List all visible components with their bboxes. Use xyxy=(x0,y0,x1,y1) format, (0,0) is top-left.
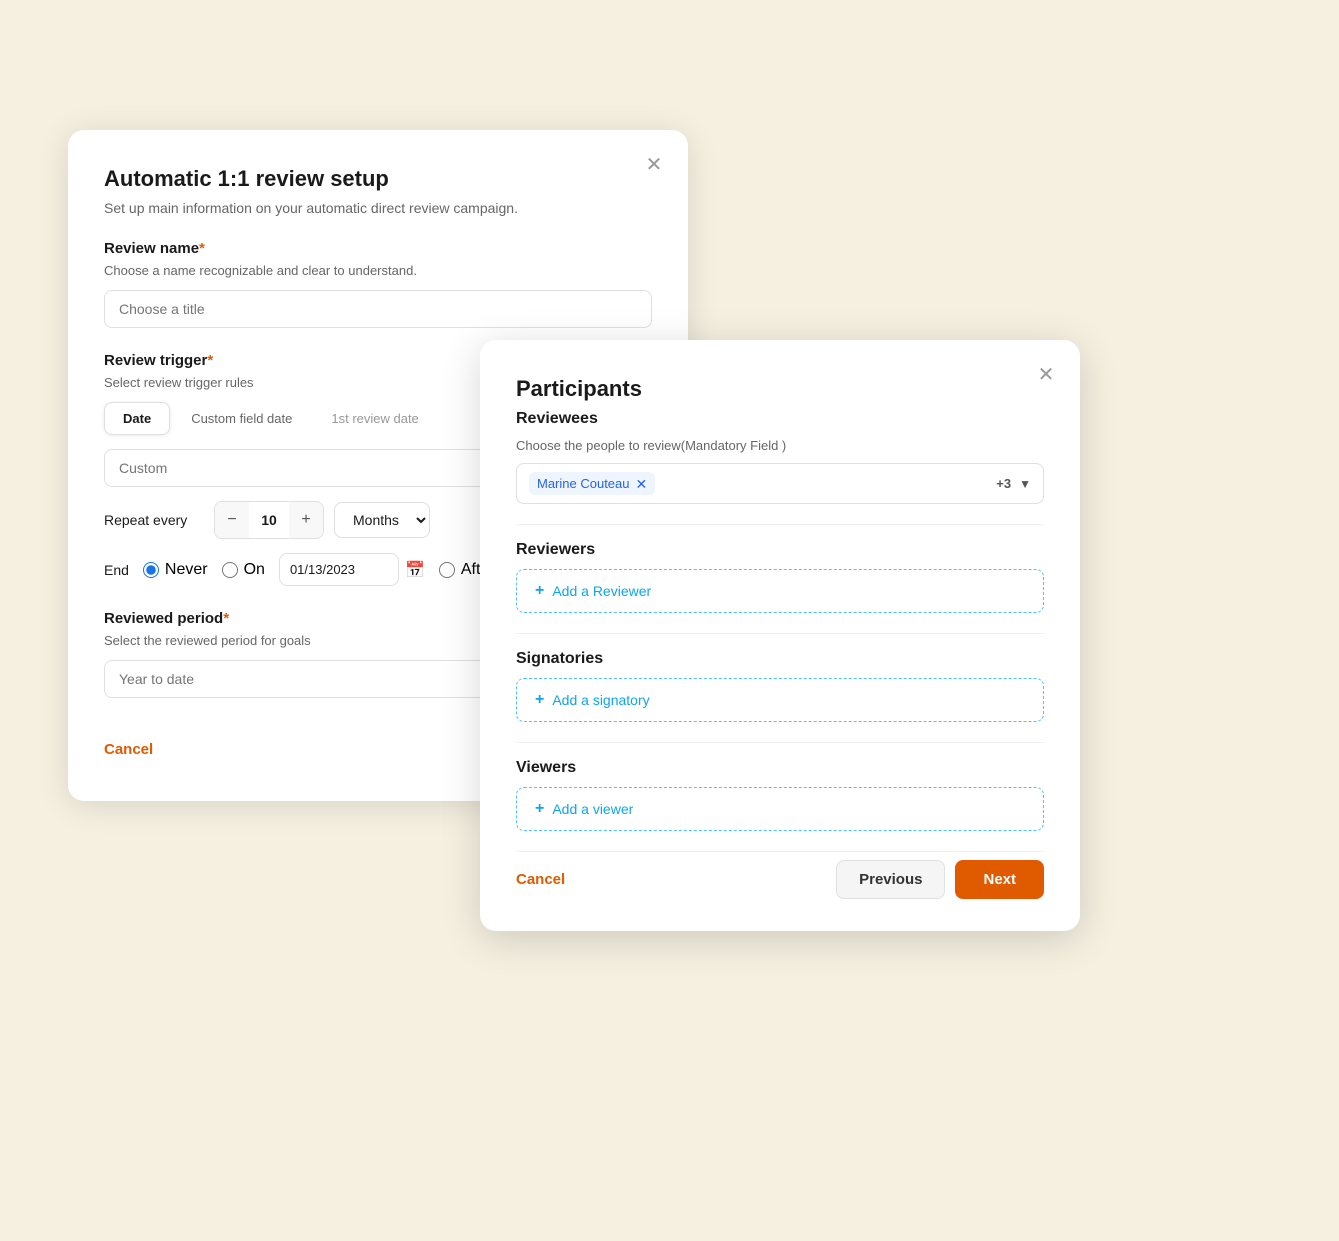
end-on-label: On xyxy=(244,561,265,579)
reviewees-section: Reviewees Choose the people to review(Ma… xyxy=(516,410,1044,504)
setup-cancel-button[interactable]: Cancel xyxy=(104,733,153,766)
divider-1 xyxy=(516,524,1044,525)
add-viewer-icon: + xyxy=(535,800,544,818)
participants-modal: ✕ Participants Reviewees Choose the peop… xyxy=(480,340,1080,931)
add-viewer-label: Add a viewer xyxy=(552,801,633,817)
end-date-row: 📅 xyxy=(279,553,425,586)
add-reviewer-icon: + xyxy=(535,582,544,600)
next-button[interactable]: Next xyxy=(955,860,1044,899)
signatories-title: Signatories xyxy=(516,650,1044,668)
end-on-option[interactable]: On xyxy=(222,561,265,579)
reviewees-selector[interactable]: Marine Couteau ✕ +3 ▼ xyxy=(516,463,1044,504)
signatories-section: Signatories + Add a signatory xyxy=(516,650,1044,722)
setup-modal-title: Automatic 1:1 review setup xyxy=(104,166,652,192)
review-name-label: Review name* xyxy=(104,240,652,257)
stepper-value[interactable] xyxy=(249,506,289,534)
add-reviewer-label: Add a Reviewer xyxy=(552,583,651,599)
participants-cancel-button[interactable]: Cancel xyxy=(516,863,565,896)
tab-date[interactable]: Date xyxy=(104,402,170,435)
reviewers-title: Reviewers xyxy=(516,541,1044,559)
tab-custom-field-date[interactable]: Custom field date xyxy=(172,402,311,435)
add-signatory-label: Add a signatory xyxy=(552,692,649,708)
reviewee-tag: Marine Couteau ✕ xyxy=(529,472,655,495)
divider-3 xyxy=(516,742,1044,743)
setup-close-button[interactable]: ✕ xyxy=(640,150,668,178)
add-reviewer-button[interactable]: + Add a Reviewer xyxy=(516,569,1044,613)
review-name-desc: Choose a name recognizable and clear to … xyxy=(104,263,652,278)
add-signatory-button[interactable]: + Add a signatory xyxy=(516,678,1044,722)
end-never-option[interactable]: Never xyxy=(143,561,208,579)
reviewees-extra-count: +3 xyxy=(996,476,1011,491)
reviewee-remove-button[interactable]: ✕ xyxy=(636,477,648,491)
add-signatory-icon: + xyxy=(535,691,544,709)
reviewee-name: Marine Couteau xyxy=(537,476,630,491)
calendar-icon: 📅 xyxy=(405,560,425,580)
stepper-decrement[interactable]: − xyxy=(215,502,249,538)
divider-2 xyxy=(516,633,1044,634)
previous-button[interactable]: Previous xyxy=(836,860,945,899)
stepper-increment[interactable]: + xyxy=(289,502,323,538)
months-select[interactable]: Months Days Weeks Years xyxy=(334,502,430,538)
reviewees-desc: Choose the people to review(Mandatory Fi… xyxy=(516,438,1044,453)
viewers-title: Viewers xyxy=(516,759,1044,777)
repeat-stepper: − + xyxy=(214,501,324,539)
reviewees-chevron-icon: ▼ xyxy=(1019,477,1031,491)
reviewees-title: Reviewees xyxy=(516,410,1044,428)
setup-modal-subtitle: Set up main information on your automati… xyxy=(104,200,652,216)
repeat-every-label: Repeat every xyxy=(104,512,204,528)
end-label: End xyxy=(104,562,129,578)
reviewers-section: Reviewers + Add a Reviewer xyxy=(516,541,1044,613)
end-never-label: Never xyxy=(165,561,208,579)
review-name-section: Review name* Choose a name recognizable … xyxy=(104,240,652,328)
tab-1st-review-date[interactable]: 1st review date xyxy=(313,402,436,435)
add-viewer-button[interactable]: + Add a viewer xyxy=(516,787,1044,831)
review-name-input[interactable] xyxy=(104,290,652,328)
participants-modal-title: Participants xyxy=(516,376,1044,402)
end-date-input[interactable] xyxy=(279,553,399,586)
participants-modal-footer: Cancel Previous Next xyxy=(516,851,1044,899)
participants-close-button[interactable]: ✕ xyxy=(1032,360,1060,388)
viewers-section: Viewers + Add a viewer xyxy=(516,759,1044,831)
